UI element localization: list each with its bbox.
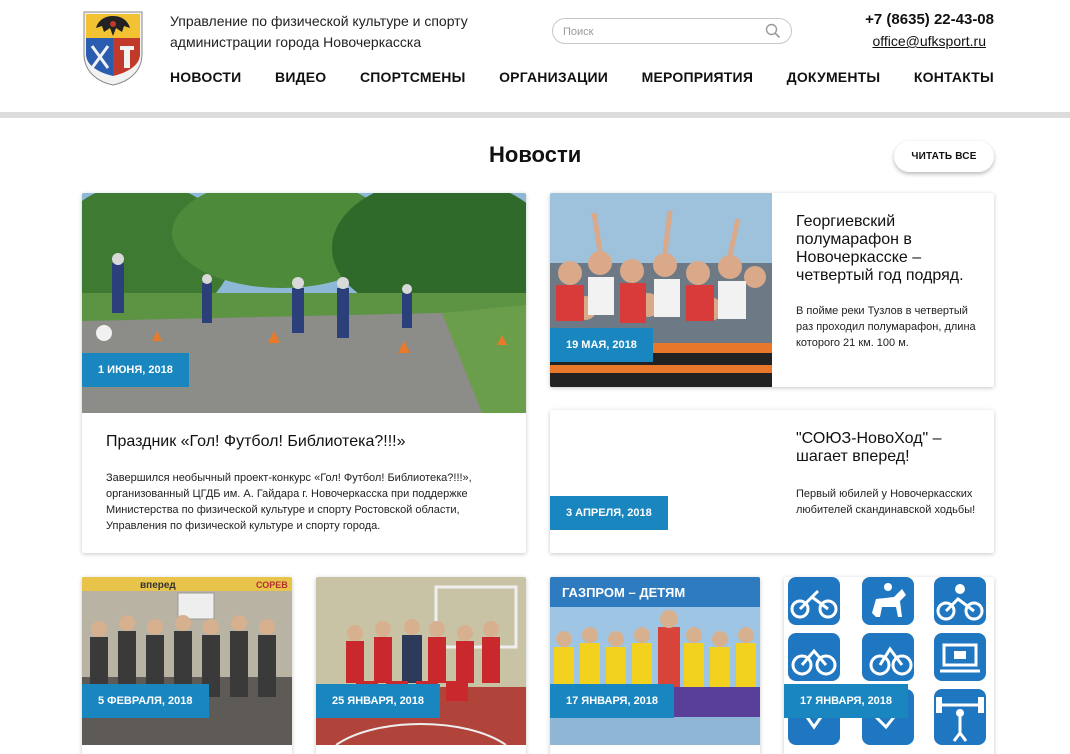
nav-documents[interactable]: ДОКУМЕНТЫ [787, 69, 881, 85]
header-divider [0, 112, 1070, 118]
news-excerpt: В пойме реки Тузлов в четвертый раз прох… [796, 305, 976, 349]
news-card[interactable]: 19 МАЯ, 2018 Георгиевский полумарафон в … [550, 193, 994, 387]
news-title[interactable]: Георгиевский полумарафон в Новочеркасске… [796, 213, 976, 285]
nav-organizations[interactable]: ОРГАНИЗАЦИИ [499, 69, 608, 85]
news-date: 1 ИЮНЯ, 2018 [82, 353, 189, 387]
nav-news[interactable]: НОВОСТИ [170, 69, 241, 85]
read-all-button[interactable]: ЧИТАТЬ ВСЕ [894, 141, 994, 172]
search-box[interactable] [552, 18, 792, 44]
main-nav: НОВОСТИ ВИДЕО СПОРТСМЕНЫ ОРГАНИЗАЦИИ МЕР… [170, 69, 994, 85]
news-date: 5 ФЕВРАЛЯ, 2018 [82, 684, 209, 718]
news-photo[interactable] [784, 577, 994, 745]
news-photo[interactable] [550, 410, 772, 553]
coat-of-arms-icon[interactable] [82, 10, 144, 86]
nav-athletes[interactable]: СПОРТСМЕНЫ [360, 69, 466, 85]
org-name: Управление по физической культуре и спор… [170, 11, 500, 53]
news-date: 17 ЯНВАРЯ, 2018 [550, 684, 675, 718]
news-photo[interactable] [316, 577, 526, 745]
nav-contacts[interactable]: КОНТАКТЫ [914, 69, 994, 85]
org-name-line2: администрации города Новочеркасска [170, 34, 422, 50]
news-card[interactable]: ГАЗПРОМ – ДЕТЯМ 17 ЯНВАРЯ, 2018 [550, 577, 760, 754]
news-photo[interactable]: ГАЗПРОМ – ДЕТЯМ [550, 577, 760, 745]
news-date: 25 ЯНВАРЯ, 2018 [316, 684, 441, 718]
site-header: Управление по физической культуре и спор… [0, 0, 1070, 112]
news-card[interactable]: 17 ЯНВАРЯ, 2018 [784, 577, 994, 754]
news-photo[interactable]: вперед СОРЕВ [82, 577, 292, 745]
news-card[interactable]: вперед СОРЕВ 5 ФЕВРАЛЯ, 2018 [82, 577, 292, 754]
news-title[interactable]: Праздник «Гол! Футбол! Библиотека?!!!» [106, 433, 506, 451]
search-icon[interactable] [765, 23, 781, 39]
news-date: 3 АПРЕЛЯ, 2018 [550, 496, 668, 530]
phone-number[interactable]: +7 (8635) 22-43-08 [865, 11, 994, 28]
news-card[interactable]: 25 ЯНВАРЯ, 2018 [316, 577, 526, 754]
search-input[interactable] [563, 23, 759, 41]
news-card[interactable]: 3 АПРЕЛЯ, 2018 "СОЮЗ-НовоХод" – шагает в… [550, 410, 994, 553]
section-title: Новости [489, 142, 582, 167]
nav-events[interactable]: МЕРОПРИЯТИЯ [642, 69, 753, 85]
banner-text-2: СОРЕВ [256, 580, 288, 590]
banner-text: вперед [140, 580, 176, 591]
paracycling-icon [791, 646, 913, 676]
news-date: 17 ЯНВАРЯ, 2018 [784, 684, 909, 718]
nav-video[interactable]: ВИДЕО [275, 69, 326, 85]
news-excerpt: Завершился необычный проект-конкурс «Гол… [106, 472, 472, 532]
banner-text: ГАЗПРОМ – ДЕТЯМ [562, 585, 685, 600]
news-date: 19 МАЯ, 2018 [550, 328, 653, 362]
email-link[interactable]: office@ufksport.ru [872, 33, 986, 49]
news-card[interactable]: 1 ИЮНЯ, 2018 Праздник «Гол! Футбол! Библ… [82, 193, 526, 553]
org-name-line1: Управление по физической культуре и спор… [170, 13, 468, 29]
news-excerpt: Первый юбилей у Новочеркасских любителей… [796, 488, 976, 516]
news-title[interactable]: "СОЮЗ-НовоХод" – шагает вперед! [796, 430, 976, 466]
